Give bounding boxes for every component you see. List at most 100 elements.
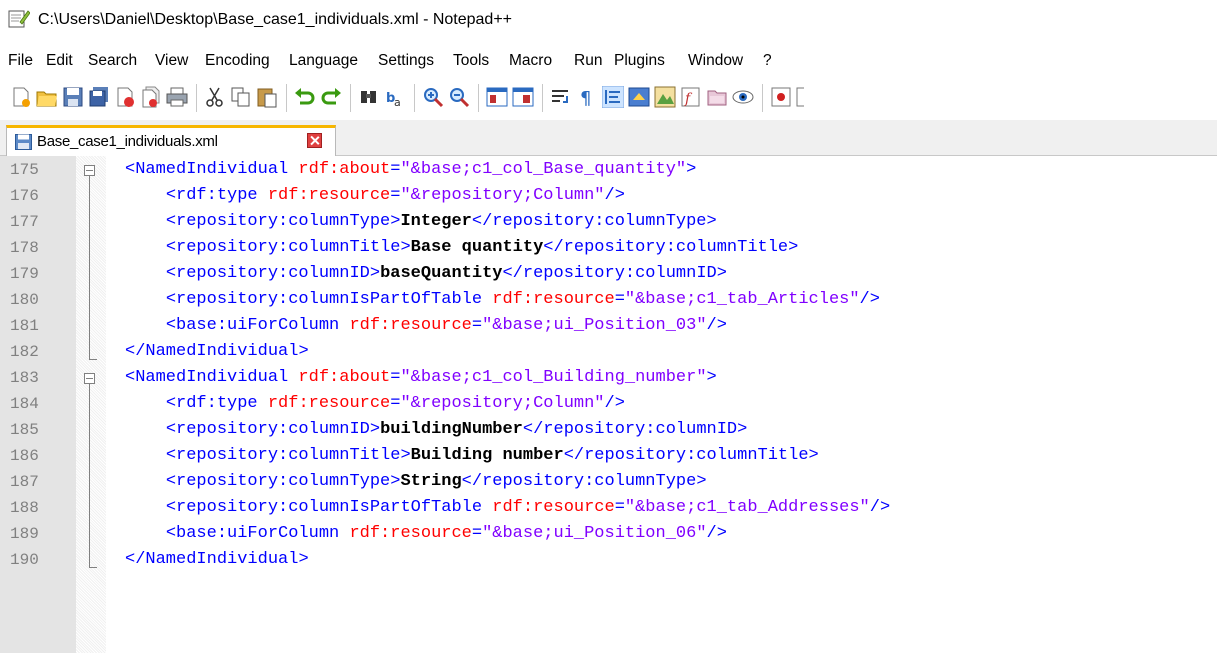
menu-language[interactable]: Language xyxy=(289,52,358,70)
line-number: 180 xyxy=(10,291,39,309)
menu-window[interactable]: Window xyxy=(688,52,743,70)
code-line[interactable]: 179 <repository:columnID>baseQuantity</r… xyxy=(0,264,1217,291)
print-icon[interactable] xyxy=(166,86,188,108)
line-number: 179 xyxy=(10,265,39,283)
line-number: 189 xyxy=(10,525,39,543)
code-text: <repository:columnIsPartOfTable rdf:reso… xyxy=(165,290,880,309)
code-line[interactable]: 189 <base:uiForColumn rdf:resource="&bas… xyxy=(0,524,1217,551)
toolbar-separator xyxy=(762,84,763,112)
close-tab-icon[interactable] xyxy=(307,133,322,148)
menu-settings[interactable]: Settings xyxy=(378,52,434,70)
menu-help[interactable]: ? xyxy=(763,52,772,70)
document-map-icon[interactable] xyxy=(654,86,676,108)
menu-view[interactable]: View xyxy=(155,52,188,70)
saved-file-icon xyxy=(15,134,32,150)
cut-icon[interactable] xyxy=(204,86,226,108)
code-line[interactable]: 175 <NamedIndividual rdf:about="&base;c1_… xyxy=(0,160,1217,187)
code-line[interactable]: 183 <NamedIndividual rdf:about="&base;c1_… xyxy=(0,368,1217,395)
code-text: <repository:columnID>buildingNumber</rep… xyxy=(165,420,748,439)
indent-guide-icon[interactable] xyxy=(602,86,624,108)
toolbar-separator xyxy=(542,84,543,112)
monitoring-eye-icon[interactable] xyxy=(732,86,754,108)
paste-icon[interactable] xyxy=(256,86,278,108)
code-text: <NamedIndividual rdf:about="&base;c1_col… xyxy=(125,368,717,387)
line-number: 177 xyxy=(10,213,39,231)
code-text: <rdf:type rdf:resource="&repository;Colu… xyxy=(165,186,625,205)
show-all-characters-icon[interactable]: ¶ xyxy=(576,86,598,108)
menu-edit[interactable]: Edit xyxy=(46,52,73,70)
code-line[interactable]: 180 <repository:columnIsPartOfTable rdf:… xyxy=(0,290,1217,317)
tab-label: Base_case1_individuals.xml xyxy=(37,133,218,150)
tab-base-case1-individuals[interactable]: Base_case1_individuals.xml xyxy=(6,125,336,156)
code-line[interactable]: 182 </NamedIndividual> xyxy=(0,342,1217,369)
copy-icon[interactable] xyxy=(230,86,252,108)
code-line[interactable]: 190 </NamedIndividual> xyxy=(0,550,1217,577)
editor[interactable]: 175 <NamedIndividual rdf:about="&base;c1_… xyxy=(0,156,1217,653)
toolbar-separator xyxy=(350,84,351,112)
undo-icon[interactable] xyxy=(294,86,316,108)
menu-file[interactable]: File xyxy=(8,52,33,70)
save-all-icon[interactable] xyxy=(88,86,110,108)
close-file-icon[interactable] xyxy=(114,86,136,108)
close-all-icon[interactable] xyxy=(140,86,162,108)
svg-text:a: a xyxy=(394,96,401,108)
replace-icon[interactable]: ba xyxy=(384,86,406,108)
code-line[interactable]: 177 <repository:columnType>Integer</repo… xyxy=(0,212,1217,239)
new-file-icon[interactable] xyxy=(10,86,32,108)
code-line[interactable]: 184 <rdf:type rdf:resource="&repository;… xyxy=(0,394,1217,421)
code-line[interactable]: 187 <repository:columnType>String</repos… xyxy=(0,472,1217,499)
line-number: 190 xyxy=(10,551,39,569)
line-number: 185 xyxy=(10,421,39,439)
svg-text:¶: ¶ xyxy=(580,88,591,108)
toolbar-separator xyxy=(196,84,197,112)
code-text: <rdf:type rdf:resource="&repository;Colu… xyxy=(165,394,625,413)
menu-plugins[interactable]: Plugins xyxy=(614,52,665,70)
redo-icon[interactable] xyxy=(320,86,342,108)
code-text: <repository:columnType>String</repositor… xyxy=(165,472,707,491)
menu-tools[interactable]: Tools xyxy=(453,52,489,70)
menu-macro[interactable]: Macro xyxy=(509,52,552,70)
line-number: 176 xyxy=(10,187,39,205)
zoom-out-icon[interactable] xyxy=(448,86,470,108)
folder-as-workspace-icon[interactable] xyxy=(706,86,728,108)
function-list-icon[interactable]: f xyxy=(680,86,702,108)
code-line[interactable]: 188 <repository:columnIsPartOfTable rdf:… xyxy=(0,498,1217,525)
toolbar-separator xyxy=(478,84,479,112)
line-number: 181 xyxy=(10,317,39,335)
code-text: <NamedIndividual rdf:about="&base;c1_col… xyxy=(125,160,697,179)
menu-bar: File Edit Search View Encoding Language … xyxy=(0,44,1217,76)
line-number: 184 xyxy=(10,395,39,413)
user-defined-language-icon[interactable] xyxy=(628,86,650,108)
find-icon[interactable] xyxy=(358,86,380,108)
save-icon[interactable] xyxy=(62,86,84,108)
menu-search[interactable]: Search xyxy=(88,52,137,70)
sync-vertical-icon[interactable] xyxy=(486,86,508,108)
line-number: 178 xyxy=(10,239,39,257)
stop-record-icon[interactable] xyxy=(796,86,804,108)
menu-run[interactable]: Run xyxy=(574,52,602,70)
title-bar: C:\Users\Daniel\Desktop\Base_case1_indiv… xyxy=(0,0,1217,44)
line-number: 187 xyxy=(10,473,39,491)
code-line[interactable]: 181 <base:uiForColumn rdf:resource="&bas… xyxy=(0,316,1217,343)
code-line[interactable]: 186 <repository:columnTitle>Building num… xyxy=(0,446,1217,473)
code-text: <repository:columnTitle>Building number<… xyxy=(165,446,819,465)
line-number: 175 xyxy=(10,161,39,179)
record-macro-icon[interactable] xyxy=(770,86,792,108)
open-file-icon[interactable] xyxy=(36,86,58,108)
code-text: <base:uiForColumn rdf:resource="&base;ui… xyxy=(165,316,727,335)
code-line[interactable]: 178 <repository:columnTitle>Base quantit… xyxy=(0,238,1217,265)
line-number: 183 xyxy=(10,369,39,387)
notepad-plus-plus-icon xyxy=(8,10,30,28)
code-line[interactable]: 176 <rdf:type rdf:resource="&repository;… xyxy=(0,186,1217,213)
code-text: <repository:columnTitle>Base quantity</r… xyxy=(165,238,799,257)
code-text: <base:uiForColumn rdf:resource="&base;ui… xyxy=(165,524,727,543)
word-wrap-icon[interactable] xyxy=(550,86,572,108)
menu-encoding[interactable]: Encoding xyxy=(205,52,270,70)
code-line[interactable]: 185 <repository:columnID>buildingNumber<… xyxy=(0,420,1217,447)
sync-horizontal-icon[interactable] xyxy=(512,86,534,108)
code-text: <repository:columnIsPartOfTable rdf:reso… xyxy=(165,498,891,517)
tab-bar: Base_case1_individuals.xml xyxy=(0,120,1217,156)
toolbar: ba ¶ f xyxy=(0,76,1217,120)
zoom-in-icon[interactable] xyxy=(422,86,444,108)
line-number: 186 xyxy=(10,447,39,465)
